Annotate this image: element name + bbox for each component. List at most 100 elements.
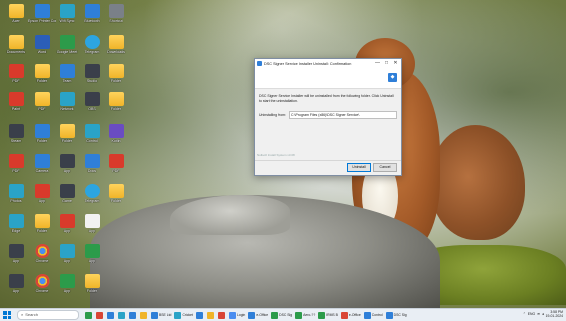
desktop-shortcut[interactable]: App [78,244,106,263]
desktop-shortcut[interactable]: App [53,154,81,173]
taskbar-search-box[interactable]: ⌕ Search [17,310,79,320]
desktop-shortcut[interactable]: Folder [78,274,106,293]
taskbar-app[interactable] [140,311,148,319]
taskbar-app[interactable]: e-Office [248,311,268,319]
desktop-shortcut[interactable]: Acer [2,4,30,23]
taskbar-app[interactable] [129,311,137,319]
maximize-button[interactable]: □ [382,59,391,68]
desktop-shortcut[interactable]: Wifi Sync [53,4,81,23]
installer-logo-icon: ◆ [388,73,397,82]
photos-icon [8,184,24,198]
taskbar-app[interactable] [196,311,204,319]
desktop-shortcut[interactable]: Folder [102,92,130,111]
taskbar-app-label: Login [237,313,246,317]
taskbar-app[interactable]: Aero-?? [295,311,315,319]
desktop-shortcut[interactable]: Shortcut [102,4,130,23]
desktop-shortcut[interactable]: Edge [2,214,30,233]
desktop-shortcut[interactable]: App [53,274,81,293]
desktop-shortcut-label: Paint [11,107,21,111]
system-tray: ⌃ ENG ≋ ◂ 3:58 PM 19-01-2024 [523,310,563,318]
cancel-button[interactable]: Cancel [373,163,397,172]
desktop-shortcut[interactable]: Folder [28,214,56,233]
desktop-shortcut[interactable]: Documents [2,35,30,54]
desktop-shortcut[interactable]: Folder [53,124,81,143]
taskbar-app[interactable]: Cricket [174,311,193,319]
desktop-shortcut[interactable]: App [78,214,106,233]
folder-icon [84,274,100,288]
taskbar-app-label: IRMS B [326,313,338,317]
desktop-shortcut[interactable]: Paint [2,92,30,111]
steam-icon [8,124,24,138]
desktop-shortcut[interactable]: Camera [28,154,56,173]
desktop-shortcut[interactable]: Game [53,184,81,203]
desktop-shortcut-label: Word [37,50,47,54]
speaker-icon[interactable]: ◂ [542,312,544,316]
desktop-shortcut[interactable]: Folder [102,184,130,203]
desktop-shortcut[interactable]: App [2,274,30,293]
desktop-shortcut-label: Acer [12,19,20,23]
dialog-titlebar[interactable]: DSC Signer Service Installer Uninstall: … [255,59,401,68]
uninstall-path-field[interactable]: C:\Program Files (x86)\DSC Signer Servic… [289,111,397,120]
desktop-shortcut[interactable]: Steam [2,124,30,143]
taskbar-app[interactable]: DSC Sig [271,311,292,319]
uninstall-button[interactable]: Uninstall [347,163,371,172]
taskbar-app[interactable]: Login [229,311,245,319]
brush-icon [8,92,24,106]
taskbar-app[interactable]: Control [363,311,383,319]
taskbar-app[interactable] [96,311,104,319]
taskbar-app[interactable] [85,311,93,319]
desktop-shortcut[interactable]: Kotlin [102,124,130,143]
desktop-shortcut[interactable]: PDF [2,64,30,83]
minimize-button[interactable]: — [373,59,382,68]
windows-start-button[interactable] [3,311,11,319]
desktop-shortcut[interactable]: Folder [102,64,130,83]
desktop-shortcut-label: App [12,259,20,263]
desktop-shortcut[interactable]: App [2,244,30,263]
desktop-shortcut-label: Folder [36,79,48,83]
desktop-shortcut[interactable]: Folder [28,64,56,83]
desktop-shortcut[interactable]: PDF [28,92,56,111]
taskbar-app[interactable]: BSE Ltd [151,311,171,319]
desktop-shortcut[interactable]: Photos [2,184,30,203]
taskbar-app[interactable] [218,311,226,319]
desktop-shortcut-label: PDF [112,169,120,173]
pdf-icon [108,154,124,168]
language-indicator[interactable]: ENG [528,312,535,316]
taskbar-app[interactable] [118,311,126,319]
desktop-shortcut[interactable]: Team [53,64,81,83]
desktop-shortcut[interactable]: App [53,244,81,263]
desktop-shortcut-label: App [63,289,71,293]
desktop-shortcut[interactable]: PDF [2,154,30,173]
app-icon [271,311,279,319]
desktop-shortcut-label: Downloads [107,50,125,54]
desktop-shortcut-label: App [88,259,96,263]
chevron-up-icon[interactable]: ⌃ [523,312,526,316]
desktop-shortcut[interactable]: Folder [28,124,56,143]
desktop-shortcut[interactable]: App [28,184,56,203]
taskbar-app-label: e-Office [256,313,269,317]
taskbar-app[interactable] [107,311,115,319]
edge-icon [8,214,24,228]
desktop-shortcut[interactable]: Chrome [28,244,56,263]
taskbar-app[interactable]: DSC Sig [385,311,407,319]
search-placeholder: Search [25,312,38,317]
close-button[interactable]: ✕ [391,59,400,68]
telegram-icon [84,184,100,198]
game-icon [59,184,75,198]
desktop-shortcut[interactable]: Epson Printer Connect... [28,4,56,23]
wifi-icon[interactable]: ≋ [537,312,540,316]
desktop-shortcut-label: Kotlin [111,139,121,143]
desktop-shortcut[interactable]: Word [28,35,56,54]
desktop-shortcut[interactable]: PDF [102,154,130,173]
desktop-shortcut[interactable]: App [53,214,81,233]
desktop-shortcut[interactable]: Downloads [102,35,130,54]
desktop-shortcut[interactable]: Chrome [28,274,56,293]
taskbar-app[interactable] [207,311,215,319]
desktop-shortcut-label: PDF [12,169,20,173]
desktop-shortcut[interactable]: Google Meet [53,35,81,54]
desktop-shortcut[interactable]: Network [53,92,81,111]
taskbar-app[interactable]: IRMS B [318,311,338,319]
taskbar-clock[interactable]: 3:58 PM 19-01-2024 [546,310,563,318]
studio-icon [84,64,100,78]
taskbar-app[interactable]: e-Office [340,311,361,319]
